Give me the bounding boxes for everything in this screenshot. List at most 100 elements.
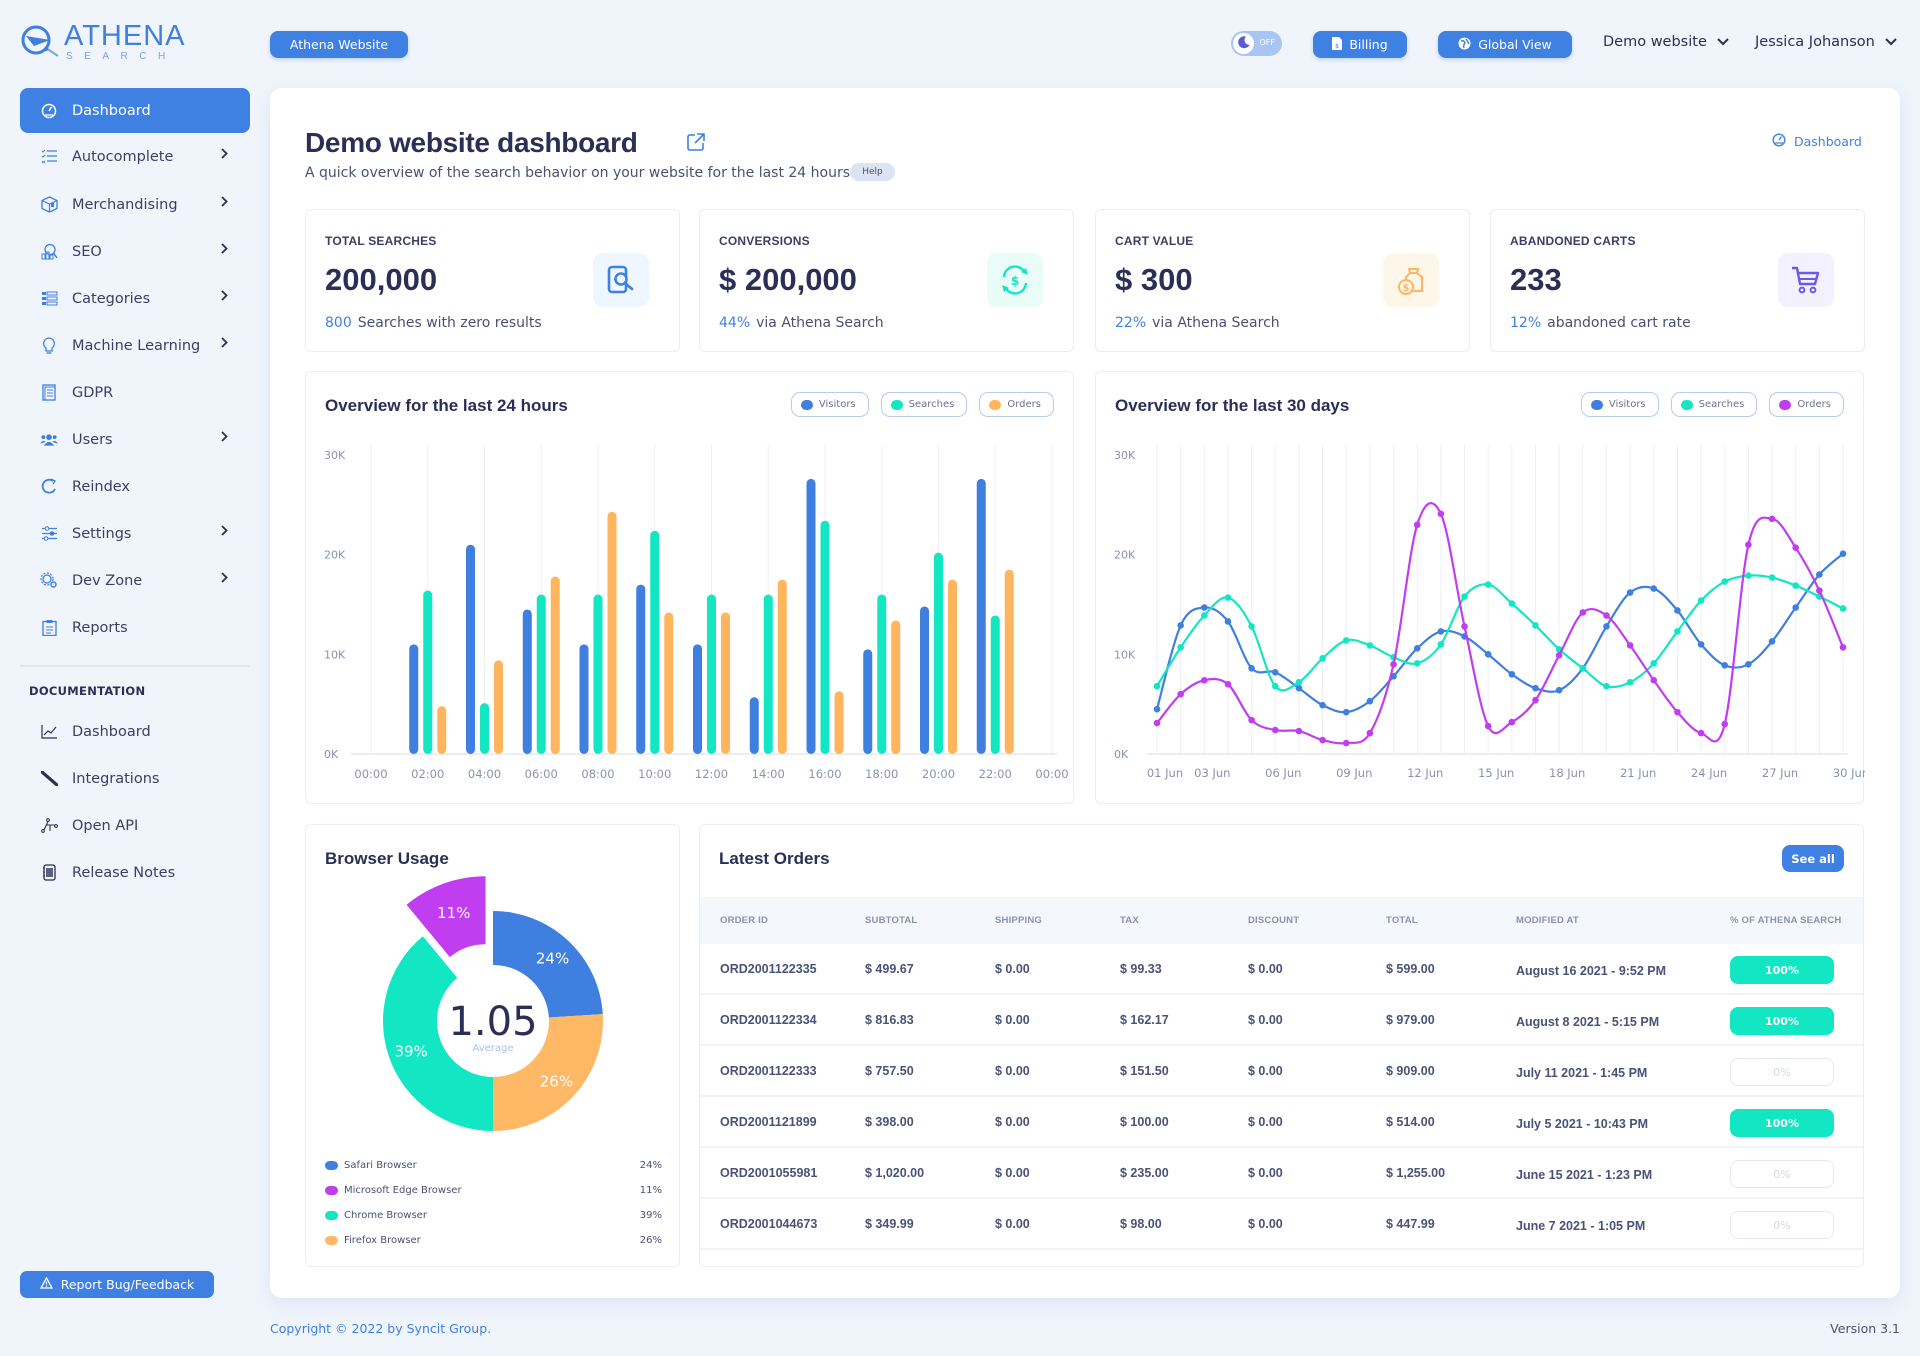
external-link-icon[interactable]: [686, 132, 706, 152]
bar-searches-2000[interactable]: [934, 552, 943, 754]
point-searches-24[interactable]: [1697, 597, 1705, 604]
report-bug-button[interactable]: Report Bug/Feedback: [20, 1271, 214, 1298]
point-orders-15[interactable]: [1484, 722, 1492, 730]
sidebar-item-merchandising[interactable]: Merchandising: [20, 182, 250, 227]
point-searches-26[interactable]: [1745, 572, 1752, 579]
bar-searches-1000[interactable]: [650, 530, 660, 754]
point-orders-4[interactable]: [1224, 680, 1232, 688]
point-orders-25[interactable]: [1721, 720, 1729, 728]
point-visitors-29[interactable]: [1816, 571, 1823, 578]
point-orders-12[interactable]: [1413, 521, 1421, 529]
column-header[interactable]: MODIFIED AT: [1516, 915, 1579, 926]
point-orders-16[interactable]: [1508, 718, 1516, 726]
sidebar-item-categories[interactable]: Categories: [20, 276, 250, 321]
point-visitors-27[interactable]: [1768, 638, 1776, 645]
point-searches-19[interactable]: [1579, 664, 1587, 672]
point-visitors-23[interactable]: [1674, 607, 1681, 614]
point-orders-18[interactable]: [1555, 652, 1563, 659]
point-orders-14[interactable]: [1461, 623, 1468, 630]
point-orders-2[interactable]: [1177, 690, 1184, 698]
cell-id[interactable]: ORD2001122333: [720, 1064, 817, 1078]
column-header[interactable]: SHIPPING: [995, 915, 1042, 926]
bar-orders-1000[interactable]: [664, 612, 674, 754]
point-visitors-2[interactable]: [1177, 622, 1184, 629]
point-searches-21[interactable]: [1626, 678, 1634, 686]
doc-item-integrations[interactable]: Integrations: [20, 756, 250, 801]
help-button[interactable]: Help: [850, 163, 895, 181]
point-searches-12[interactable]: [1413, 660, 1421, 667]
point-searches-28[interactable]: [1792, 582, 1799, 589]
point-orders-3[interactable]: [1201, 676, 1208, 684]
column-header[interactable]: SUBTOTAL: [865, 915, 917, 926]
point-orders-8[interactable]: [1319, 736, 1326, 744]
doc-item-open-api[interactable]: Open API: [20, 803, 250, 848]
point-searches-14[interactable]: [1461, 593, 1468, 600]
sidebar-item-reindex[interactable]: Reindex: [20, 464, 250, 509]
bar-visitors-2000[interactable]: [920, 606, 929, 754]
bar-searches-2200[interactable]: [990, 615, 1000, 754]
point-visitors-7[interactable]: [1295, 684, 1303, 692]
point-orders-23[interactable]: [1674, 708, 1681, 716]
point-searches-15[interactable]: [1484, 581, 1492, 588]
point-orders-10[interactable]: [1366, 729, 1374, 737]
bar-visitors-1800[interactable]: [863, 649, 873, 754]
point-visitors-22[interactable]: [1650, 585, 1658, 592]
point-orders-11[interactable]: [1390, 661, 1397, 668]
point-searches-25[interactable]: [1721, 578, 1729, 585]
bar-searches-0800[interactable]: [593, 594, 603, 754]
point-orders-19[interactable]: [1579, 609, 1587, 616]
bar-searches-1400[interactable]: [763, 594, 773, 754]
point-orders-9[interactable]: [1342, 739, 1350, 747]
athena-website-button[interactable]: Athena Website: [270, 31, 408, 58]
sidebar-item-dev-zone[interactable]: Dev Zone: [20, 558, 250, 603]
point-visitors-5[interactable]: [1248, 664, 1255, 672]
point-searches-6[interactable]: [1271, 682, 1279, 690]
point-visitors-10[interactable]: [1366, 697, 1374, 705]
point-searches-20[interactable]: [1603, 682, 1610, 690]
bar-visitors-1600[interactable]: [806, 478, 816, 754]
point-searches-2[interactable]: [1177, 644, 1184, 651]
point-searches-9[interactable]: [1342, 637, 1350, 644]
point-visitors-30[interactable]: [1839, 550, 1847, 557]
point-visitors-15[interactable]: [1484, 651, 1492, 658]
order-row[interactable]: ORD2001122334 $ 816.83 $ 0.00 $ 162.17 $ 0.0…: [700, 995, 1863, 1046]
column-header[interactable]: % OF ATHENA SEARCH: [1730, 915, 1841, 926]
point-searches-7[interactable]: [1295, 678, 1303, 686]
sidebar-item-machine-learning[interactable]: Machine Learning: [20, 323, 250, 368]
point-searches-17[interactable]: [1532, 622, 1539, 629]
column-header[interactable]: TAX: [1120, 915, 1139, 926]
athena-logo[interactable]: ATHENA SEARCH: [20, 22, 190, 64]
sidebar-item-gdpr[interactable]: GDPR: [20, 370, 250, 415]
point-searches-4[interactable]: [1224, 594, 1232, 601]
point-visitors-28[interactable]: [1792, 604, 1799, 611]
bar-orders-1800[interactable]: [891, 620, 901, 754]
point-visitors-21[interactable]: [1626, 589, 1634, 596]
cell-id[interactable]: ORD2001122335: [720, 962, 817, 976]
bar-visitors-0600[interactable]: [522, 609, 532, 754]
cell-id[interactable]: ORD2001055981: [720, 1166, 817, 1180]
point-orders-21[interactable]: [1626, 642, 1634, 649]
order-row[interactable]: ORD2001055981 $ 1,020.00 $ 0.00 $ 235.00 $ 0…: [700, 1148, 1863, 1199]
order-row[interactable]: ORD2001044673 $ 349.99 $ 0.00 $ 98.00 $ 0.00…: [700, 1199, 1863, 1250]
bar-visitors-0800[interactable]: [579, 644, 589, 754]
point-searches-16[interactable]: [1508, 600, 1516, 607]
cell-id[interactable]: ORD2001121899: [720, 1115, 817, 1129]
bar-orders-1200[interactable]: [721, 612, 730, 754]
bar-orders-2200[interactable]: [1004, 569, 1014, 754]
point-orders-20[interactable]: [1603, 612, 1610, 619]
order-row[interactable]: ORD2001122335 $ 499.67 $ 0.00 $ 99.33 $ 0.00…: [700, 944, 1863, 995]
point-searches-13[interactable]: [1437, 641, 1445, 648]
point-orders-30[interactable]: [1839, 644, 1847, 651]
point-searches-30[interactable]: [1839, 605, 1847, 612]
point-orders-27[interactable]: [1768, 515, 1776, 523]
bar-visitors-1000[interactable]: [636, 584, 646, 754]
see-all-button[interactable]: See all: [1782, 845, 1844, 872]
point-visitors-1[interactable]: [1153, 705, 1161, 713]
bar-visitors-1200[interactable]: [693, 644, 702, 754]
sidebar-item-reports[interactable]: Reports: [20, 605, 250, 650]
point-orders-29[interactable]: [1816, 587, 1823, 594]
dark-mode-toggle[interactable]: OFF: [1231, 31, 1282, 56]
point-visitors-13[interactable]: [1437, 628, 1445, 635]
point-visitors-8[interactable]: [1319, 701, 1326, 709]
bar-orders-0200[interactable]: [437, 706, 447, 754]
